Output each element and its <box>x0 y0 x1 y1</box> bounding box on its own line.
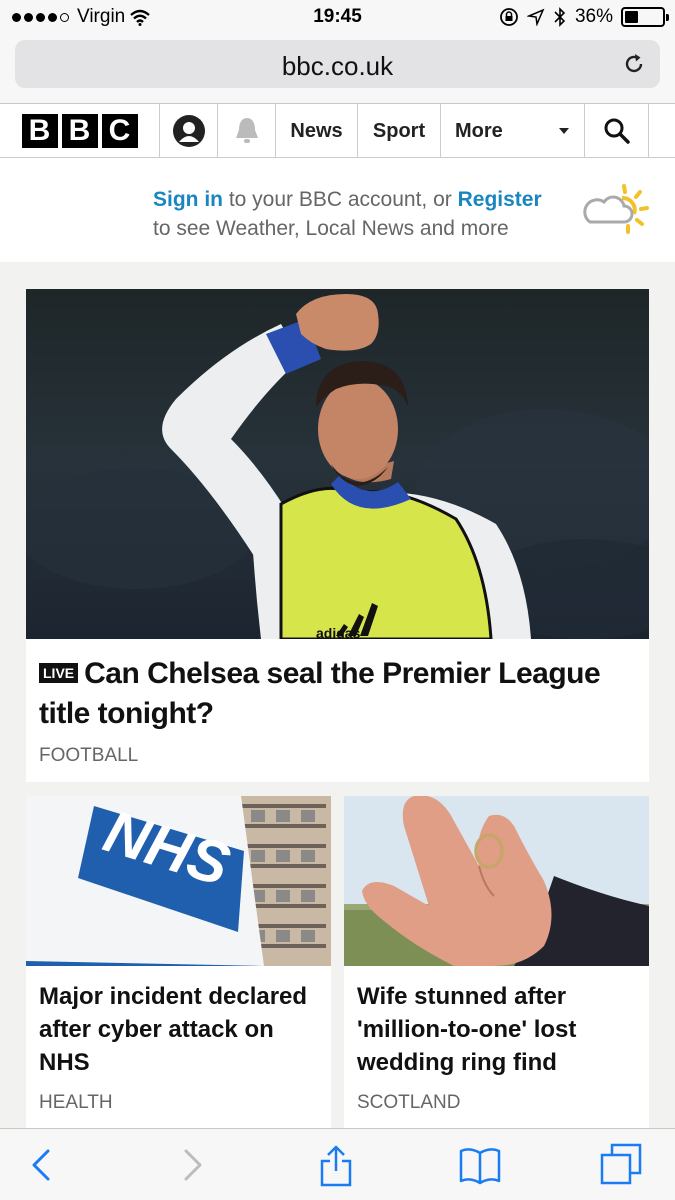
tabs-icon[interactable] <box>600 1143 644 1187</box>
bbc-logo-letter: B <box>21 114 58 148</box>
signin-banner: Sign in to your BBC account, or Register… <box>0 158 675 262</box>
bell-icon <box>235 118 258 143</box>
bbc-logo-letter: B <box>61 114 98 148</box>
status-right: 36% <box>499 6 669 28</box>
story-image[interactable] <box>344 796 649 966</box>
share-icon[interactable] <box>314 1143 358 1187</box>
main-story-card[interactable]: adidas LIVE Can Chelsea seal the Premier … <box>26 289 649 782</box>
battery-percent: 36% <box>574 6 613 27</box>
location-arrow-icon <box>526 8 545 26</box>
account-button[interactable] <box>160 104 218 158</box>
main-story-tag[interactable]: FOOTBALL <box>39 745 138 767</box>
nav-sport-label: Sport <box>372 119 426 142</box>
search-button[interactable] <box>585 104 649 158</box>
nav-more-dropdown[interactable]: More <box>441 104 585 158</box>
account-icon <box>172 115 205 147</box>
story-tag[interactable]: SCOTLAND <box>357 1092 460 1114</box>
signin-text-1: to your BBC account, or <box>223 188 458 211</box>
nav-news-link[interactable]: News <box>276 104 358 158</box>
bbc-logo[interactable]: B B C <box>0 104 160 158</box>
url-text[interactable]: bbc.co.uk <box>15 51 660 82</box>
battery-icon <box>621 7 669 27</box>
signin-text-2: to see Weather, Local News and more <box>153 217 509 240</box>
story-headline[interactable]: Major incident declared after cyber atta… <box>39 980 324 1079</box>
main-story-image[interactable]: adidas <box>26 289 649 639</box>
nav-sport-link[interactable]: Sport <box>358 104 441 158</box>
cloud-sun-icon <box>583 184 649 234</box>
story-tag[interactable]: HEALTH <box>39 1092 113 1114</box>
chevron-right-icon[interactable] <box>170 1143 214 1187</box>
browser-toolbar <box>0 1128 675 1200</box>
main-story-headline[interactable]: LIVE Can Chelsea seal the Premier League … <box>39 654 634 734</box>
bluetooth-icon <box>554 7 566 27</box>
address-bar[interactable]: bbc.co.uk <box>15 40 660 88</box>
battery-level <box>625 11 638 23</box>
book-icon[interactable] <box>458 1143 502 1187</box>
nav-more-label: More <box>455 119 503 142</box>
story-image[interactable]: NHS <box>26 796 331 966</box>
bbc-navigation: B B C News Sport More <box>0 104 675 158</box>
hero-bib-sign-text: adidas <box>316 625 361 639</box>
browser-address-area: bbc.co.uk <box>0 34 675 104</box>
dropdown-arrow-icon <box>559 128 569 134</box>
signin-message: Sign in to your BBC account, or Register… <box>153 185 542 243</box>
status-bar: Virgin 19:45 36% <box>0 0 675 34</box>
chevron-left-icon[interactable] <box>20 1143 64 1187</box>
reload-icon[interactable] <box>622 52 646 76</box>
notifications-button[interactable] <box>218 104 276 158</box>
rotation-lock-icon <box>500 8 518 26</box>
bbc-logo-letter: C <box>101 114 138 148</box>
story-card[interactable]: Wife stunned after 'million-to-one' lost… <box>344 796 649 1130</box>
live-badge: LIVE <box>39 663 79 683</box>
search-icon <box>604 118 630 144</box>
sign-in-link[interactable]: Sign in <box>153 188 223 211</box>
nav-news-label: News <box>290 119 343 142</box>
register-link[interactable]: Register <box>458 188 542 211</box>
main-story-headline-text: Can Chelsea seal the Premier League titl… <box>39 657 601 730</box>
story-card[interactable]: NHS Major incident declared after cyber … <box>26 796 331 1130</box>
story-headline[interactable]: Wife stunned after 'million-to-one' lost… <box>357 980 642 1079</box>
